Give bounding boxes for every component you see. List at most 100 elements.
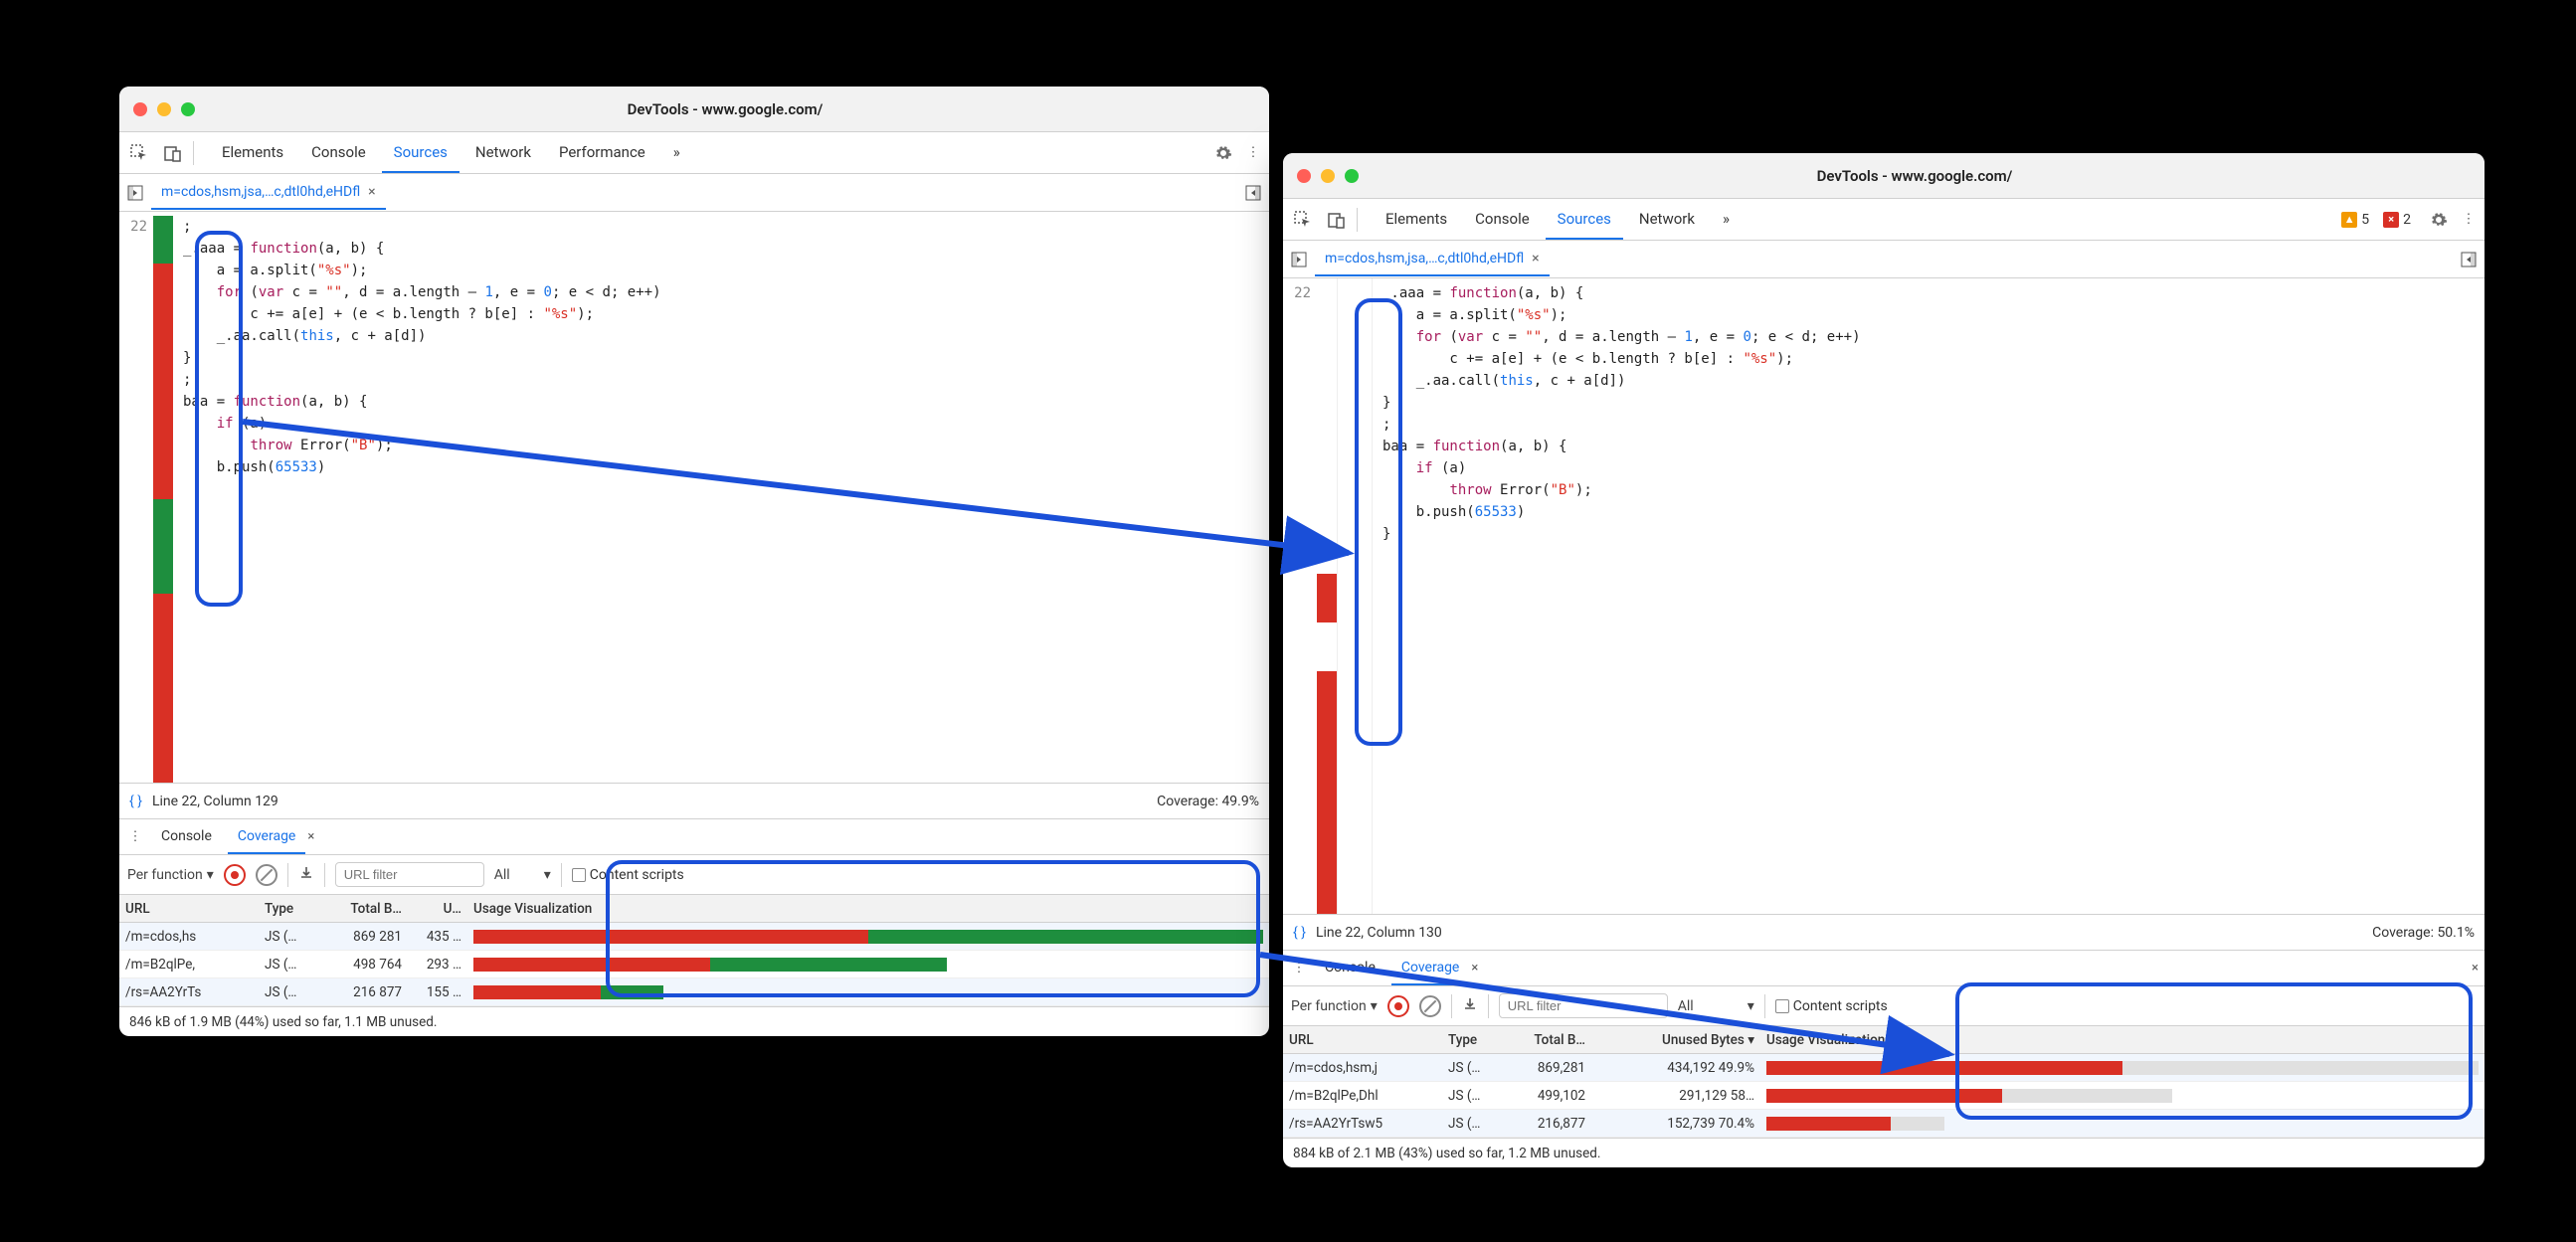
coverage-footer: 846 kB of 1.9 MB (44%) used so far, 1.1 … (119, 1006, 1269, 1036)
tabs-overflow[interactable]: » (1711, 200, 1742, 240)
separator (1764, 994, 1765, 1018)
device-toolbar-icon[interactable] (159, 139, 187, 167)
panel-tabs: Elements Console Sources Network Perform… (210, 133, 1203, 173)
drawer-tabs: ⋮ Console Coverage × (119, 818, 1269, 854)
col-unused[interactable]: U… (408, 901, 467, 917)
separator (1357, 208, 1358, 232)
drawer-menu-icon[interactable]: ⋮ (125, 823, 145, 851)
file-tab[interactable]: m=cdos,hsm,jsa,…c,dtl0hd,eHDfl × (1315, 243, 1550, 276)
annotation-highlight-viz-right (1955, 982, 2473, 1120)
maximize-window-button[interactable] (1345, 169, 1359, 183)
drawer-menu-icon[interactable]: ⋮ (1289, 955, 1309, 982)
debugger-toggle-icon[interactable] (1243, 183, 1263, 203)
url-filter-input[interactable] (1499, 993, 1668, 1018)
col-type[interactable]: Type (259, 901, 328, 917)
coverage-status: Coverage: 49.9% (1157, 794, 1259, 809)
inspect-element-icon[interactable] (125, 139, 153, 167)
main-toolbar: Elements Console Sources Network Perform… (119, 132, 1269, 174)
annotation-highlight-gutter-right (1355, 298, 1402, 746)
type-filter-dropdown[interactable]: All▾ (494, 867, 551, 883)
kebab-menu-icon[interactable]: ⋮ (1243, 139, 1263, 167)
code-editor[interactable]: 22 ; _.aaa = function(a, b) { a = a.spli… (119, 212, 1269, 783)
export-icon[interactable] (298, 865, 314, 885)
minimize-window-button[interactable] (1321, 169, 1335, 183)
navigator-toggle-icon[interactable] (1289, 250, 1309, 269)
drawer-tab-console[interactable]: Console (1315, 952, 1385, 985)
pretty-print-icon[interactable]: { } (1293, 925, 1306, 941)
drawer-tab-console[interactable]: Console (151, 820, 222, 854)
tabs-overflow[interactable]: » (661, 133, 692, 173)
tab-console[interactable]: Console (1463, 200, 1542, 240)
tab-network[interactable]: Network (463, 133, 543, 173)
inspect-element-icon[interactable] (1289, 206, 1317, 234)
code-lines: _.aaa = function(a, b) { a = a.split("%s… (1373, 278, 2484, 914)
close-drawer-icon[interactable]: × (2472, 961, 2479, 976)
export-icon[interactable] (1462, 996, 1478, 1016)
file-tab-label: m=cdos,hsm,jsa,…c,dtl0hd,eHDfl (1325, 251, 1524, 266)
close-tab-icon[interactable]: × (1532, 251, 1539, 266)
line-number-gutter: 22 (119, 212, 153, 783)
drawer-tab-coverage[interactable]: Coverage (1391, 952, 1469, 985)
tab-performance[interactable]: Performance (547, 133, 657, 173)
content-scripts-checkbox[interactable]: Content scripts (1775, 998, 1888, 1014)
coverage-granularity-dropdown[interactable]: Per function▾ (1291, 998, 1378, 1014)
cursor-position: Line 22, Column 130 (1316, 925, 1442, 941)
col-url[interactable]: URL (1283, 1032, 1442, 1048)
record-button[interactable] (1387, 995, 1409, 1017)
separator (287, 863, 288, 887)
clear-button[interactable] (1419, 995, 1441, 1017)
line-number: 22 (119, 216, 147, 238)
tab-sources[interactable]: Sources (1546, 200, 1623, 240)
file-tab[interactable]: m=cdos,hsm,jsa,…c,dtl0hd,eHDfl × (151, 176, 386, 210)
separator (561, 863, 562, 887)
debugger-toggle-icon[interactable] (2459, 250, 2479, 269)
warnings-badge[interactable]: ▲5 (2341, 212, 2369, 228)
close-drawer-tab-icon[interactable]: × (307, 829, 314, 844)
window-title: DevTools - www.google.com/ (1359, 167, 2471, 185)
coverage-gutter (153, 212, 173, 783)
type-filter-dropdown[interactable]: All▾ (1678, 998, 1754, 1014)
separator (1488, 994, 1489, 1018)
pretty-print-icon[interactable]: { } (129, 794, 142, 809)
tab-network[interactable]: Network (1627, 200, 1707, 240)
window-title: DevTools - www.google.com/ (195, 100, 1255, 118)
kebab-menu-icon[interactable]: ⋮ (2459, 206, 2479, 234)
col-type[interactable]: Type (1442, 1032, 1512, 1048)
clear-button[interactable] (256, 864, 277, 886)
close-window-button[interactable] (1297, 169, 1311, 183)
close-window-button[interactable] (133, 102, 147, 116)
close-tab-icon[interactable]: × (368, 184, 375, 200)
col-total[interactable]: Total B… (328, 901, 408, 917)
traffic-lights (1297, 169, 1359, 183)
file-tab-bar: m=cdos,hsm,jsa,…c,dtl0hd,eHDfl × (119, 174, 1269, 212)
device-toolbar-icon[interactable] (1323, 206, 1351, 234)
code-lines: ; _.aaa = function(a, b) { a = a.split("… (173, 212, 1269, 783)
url-filter-input[interactable] (335, 862, 484, 887)
navigator-toggle-icon[interactable] (125, 183, 145, 203)
tab-elements[interactable]: Elements (1374, 200, 1459, 240)
tab-sources[interactable]: Sources (382, 133, 460, 173)
coverage-footer: 884 kB of 2.1 MB (43%) used so far, 1.2 … (1283, 1138, 2484, 1167)
separator (324, 863, 325, 887)
close-drawer-tab-icon[interactable]: × (1471, 961, 1478, 976)
cursor-position: Line 22, Column 129 (152, 794, 278, 809)
tab-console[interactable]: Console (299, 133, 378, 173)
record-button[interactable] (224, 864, 246, 886)
code-editor[interactable]: 22 _.aaa = function(a, b) { a = a.split(… (1283, 278, 2484, 914)
file-tab-label: m=cdos,hsm,jsa,…c,dtl0hd,eHDfl (161, 184, 360, 200)
separator (193, 141, 194, 165)
drawer-tab-coverage[interactable]: Coverage (228, 820, 305, 854)
coverage-gutter (1317, 278, 1337, 914)
coverage-granularity-dropdown[interactable]: Per function▾ (127, 867, 214, 883)
col-url[interactable]: URL (119, 901, 259, 917)
settings-icon[interactable] (1209, 139, 1237, 167)
maximize-window-button[interactable] (181, 102, 195, 116)
settings-icon[interactable] (2425, 206, 2453, 234)
annotation-highlight-gutter-left (195, 231, 243, 607)
errors-badge[interactable]: ×2 (2383, 212, 2411, 228)
file-tab-bar: m=cdos,hsm,jsa,…c,dtl0hd,eHDfl × (1283, 241, 2484, 278)
col-total[interactable]: Total B… (1512, 1032, 1591, 1048)
tab-elements[interactable]: Elements (210, 133, 295, 173)
col-unused[interactable]: Unused Bytes ▾ (1591, 1032, 1760, 1048)
minimize-window-button[interactable] (157, 102, 171, 116)
